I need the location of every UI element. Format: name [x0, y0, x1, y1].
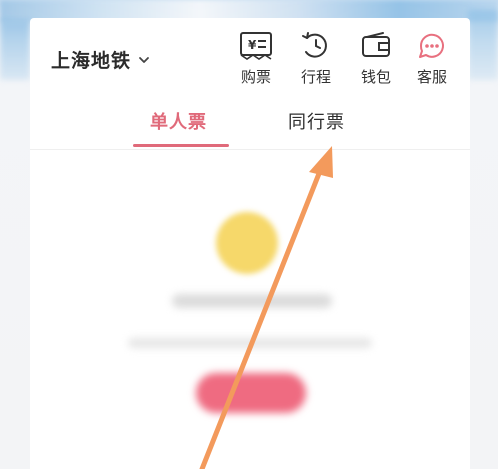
tabs-divider [30, 149, 470, 150]
city-name: 上海地铁 [51, 50, 132, 72]
ticket-type-tabs: 单人票 同行票 [30, 108, 470, 148]
blurred-text-line [172, 294, 332, 308]
svg-text:¥: ¥ [248, 38, 257, 52]
menu-wallet[interactable]: 钱包 [354, 30, 398, 87]
blurred-text-line [128, 338, 372, 348]
ticket-panel: 上海地铁 ¥ 购票 行程 钱包 客服 单人票 同行票 [30, 18, 470, 469]
app-screen: 上海地铁 ¥ 购票 行程 钱包 客服 单人票 同行票 [0, 0, 498, 469]
blurred-background-left [0, 20, 30, 80]
menu-label: 客服 [416, 68, 447, 86]
ticket-yen-icon: ¥ [240, 32, 272, 60]
tab-single-ticket[interactable]: 单人票 [150, 108, 207, 134]
menu-customer-service[interactable]: 客服 [410, 30, 454, 87]
wallet-icon [362, 32, 390, 57]
menu-buy-ticket[interactable]: ¥ 购票 [234, 30, 278, 87]
blurred-action-button [196, 373, 306, 413]
menu-label: 购票 [240, 68, 271, 86]
active-tab-indicator [133, 144, 229, 147]
chat-service-icon [419, 33, 444, 58]
menu-label: 行程 [300, 68, 331, 86]
city-selector[interactable]: 上海地铁 [51, 46, 151, 73]
tab-group-ticket[interactable]: 同行票 [288, 108, 345, 134]
blurred-illustration [216, 212, 278, 274]
menu-trips[interactable]: 行程 [294, 30, 338, 87]
history-clock-icon [302, 32, 327, 58]
menu-label: 钱包 [360, 68, 391, 86]
panel-header: 上海地铁 ¥ 购票 行程 钱包 客服 [30, 18, 470, 96]
chevron-down-icon [139, 56, 149, 63]
blurred-background-right [468, 10, 498, 80]
